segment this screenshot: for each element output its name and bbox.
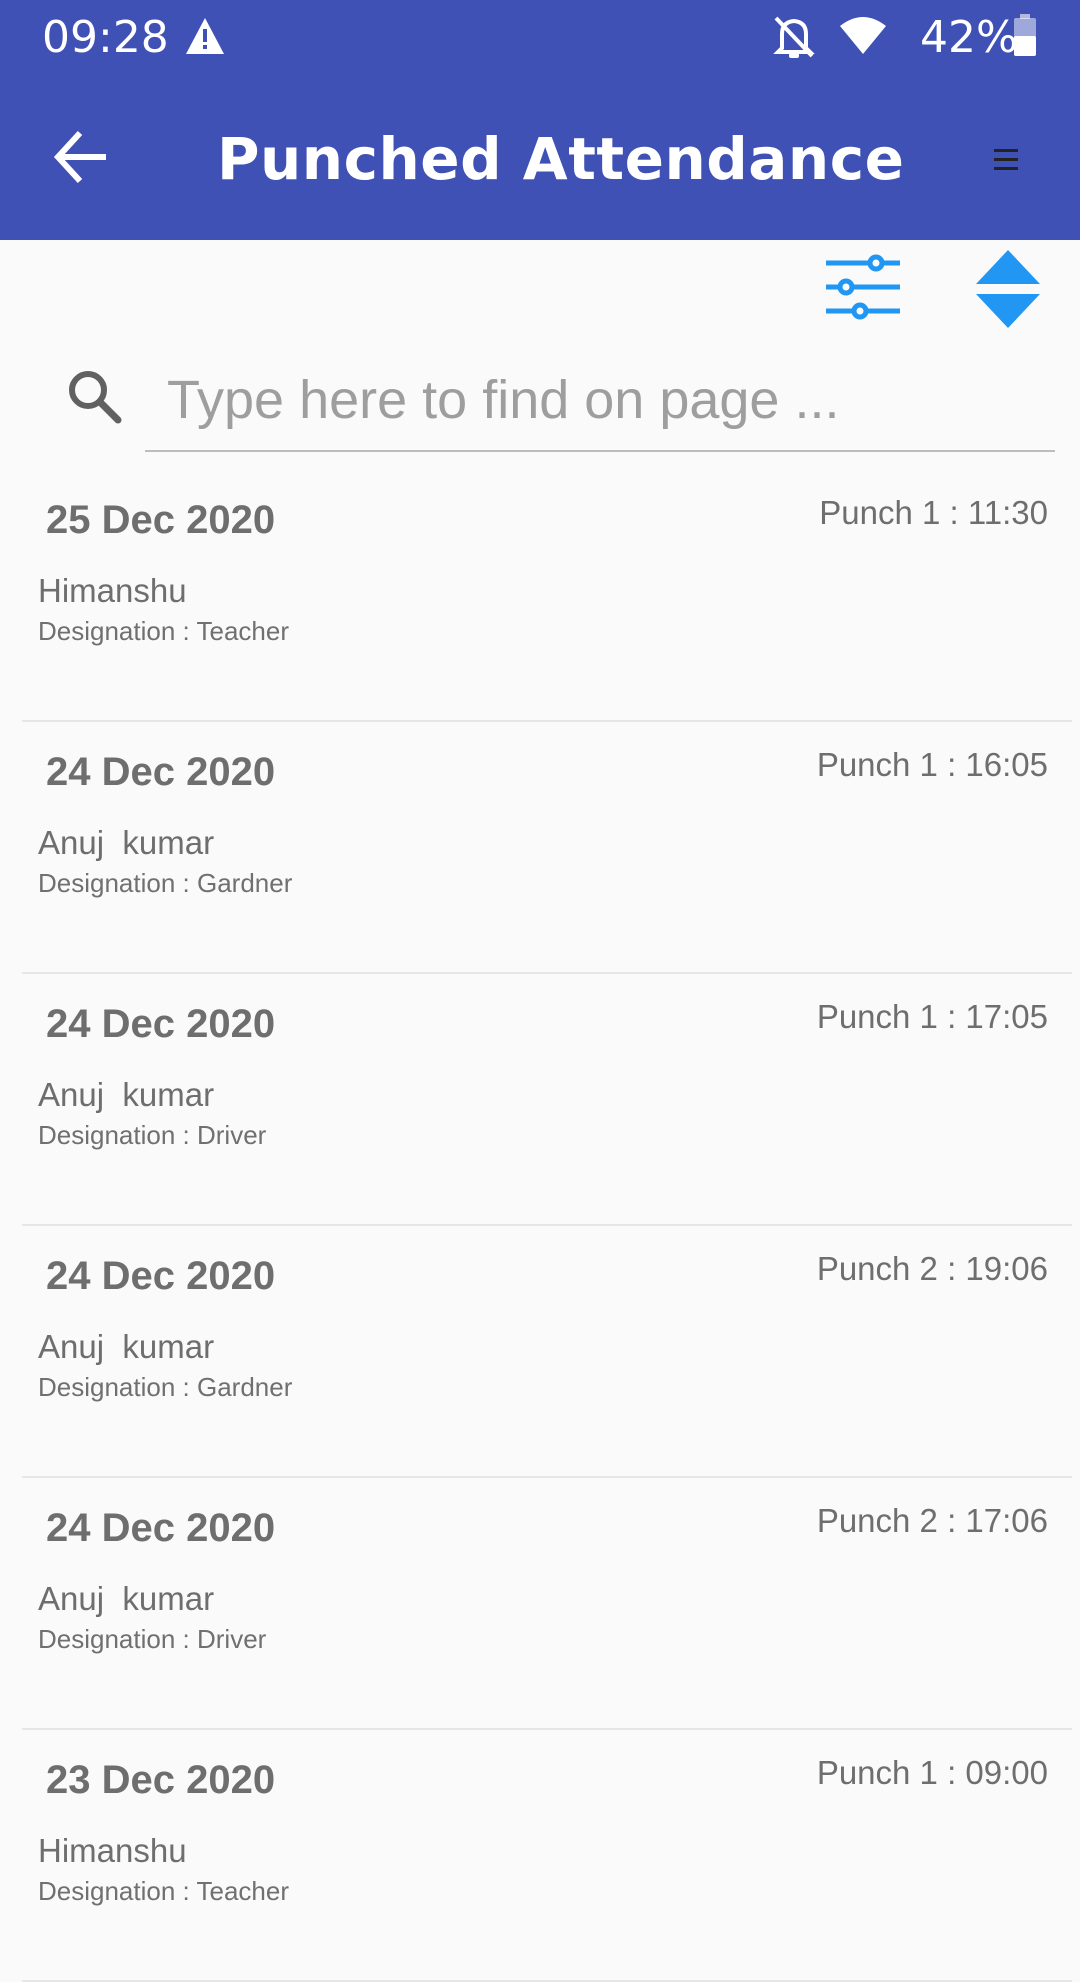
record-punch: Punch 1 : 09:00 xyxy=(816,1754,1048,1791)
record-date: 24 Dec 2020 xyxy=(46,1506,276,1550)
list-item[interactable]: 24 Dec 2020 Punch 2 : 19:06 Anuj kumar D… xyxy=(22,1226,1072,1478)
sliders-icon xyxy=(826,254,900,320)
record-punch: Punch 1 : 11:30 xyxy=(819,494,1048,531)
wifi-icon xyxy=(838,16,888,61)
record-designation: Designation : Teacher xyxy=(38,616,290,646)
battery-icon xyxy=(1012,14,1038,63)
record-designation: Designation : Driver xyxy=(38,1120,267,1150)
warning-icon xyxy=(184,16,226,61)
record-date: 25 Dec 2020 xyxy=(46,498,276,542)
record-punch: Punch 1 : 16:05 xyxy=(816,746,1048,783)
list-item[interactable]: 24 Dec 2020 Punch 1 : 17:05 Anuj kumar D… xyxy=(22,974,1072,1226)
menu-button[interactable] xyxy=(990,143,1026,177)
list-item[interactable]: 23 Dec 2020 Punch 1 : 09:00 Himanshu Des… xyxy=(22,1730,1072,1982)
record-date: 23 Dec 2020 xyxy=(46,1758,276,1802)
list-item[interactable]: 25 Dec 2020 Punch 1 : 11:30 Himanshu Des… xyxy=(22,470,1072,722)
record-designation: Designation : Teacher xyxy=(38,1876,290,1906)
record-date: 24 Dec 2020 xyxy=(46,750,276,794)
record-designation: Designation : Driver xyxy=(38,1624,267,1654)
record-punch: Punch 2 : 19:06 xyxy=(816,1250,1048,1287)
record-designation: Designation : Gardner xyxy=(38,868,293,898)
search-input[interactable] xyxy=(145,350,1055,452)
notifications-off-icon xyxy=(772,14,816,65)
filter-button[interactable] xyxy=(820,250,906,328)
record-punch: Punch 2 : 17:06 xyxy=(816,1502,1048,1539)
app-bar: Punched Attendance xyxy=(0,75,1080,240)
page-title: Punched Attendance xyxy=(217,125,905,193)
record-name: Anuj kumar xyxy=(38,824,215,861)
search-icon xyxy=(66,368,124,431)
status-time: 09:28 xyxy=(42,12,169,63)
status-bar: 09:28 42% xyxy=(0,0,1080,75)
record-name: Himanshu xyxy=(38,1832,187,1869)
list-item[interactable]: 24 Dec 2020 Punch 2 : 17:06 Anuj kumar D… xyxy=(22,1478,1072,1730)
record-name: Anuj kumar xyxy=(38,1328,215,1365)
list-item[interactable]: 24 Dec 2020 Punch 1 : 16:05 Anuj kumar D… xyxy=(22,722,1072,974)
attendance-list: 25 Dec 2020 Punch 1 : 11:30 Himanshu Des… xyxy=(0,470,1080,1982)
record-date: 24 Dec 2020 xyxy=(46,1254,276,1298)
record-name: Anuj kumar xyxy=(38,1076,215,1113)
record-date: 24 Dec 2020 xyxy=(46,1002,276,1046)
battery-percent: 42% xyxy=(920,12,1018,63)
sort-icon xyxy=(976,250,1040,328)
sort-button[interactable] xyxy=(972,248,1044,330)
arrow-back-icon xyxy=(53,130,106,184)
record-punch: Punch 1 : 17:05 xyxy=(816,998,1048,1035)
record-designation: Designation : Gardner xyxy=(38,1372,293,1402)
record-name: Anuj kumar xyxy=(38,1580,215,1617)
back-button[interactable] xyxy=(50,127,114,187)
menu-icon xyxy=(994,149,1018,170)
record-name: Himanshu xyxy=(38,572,187,609)
